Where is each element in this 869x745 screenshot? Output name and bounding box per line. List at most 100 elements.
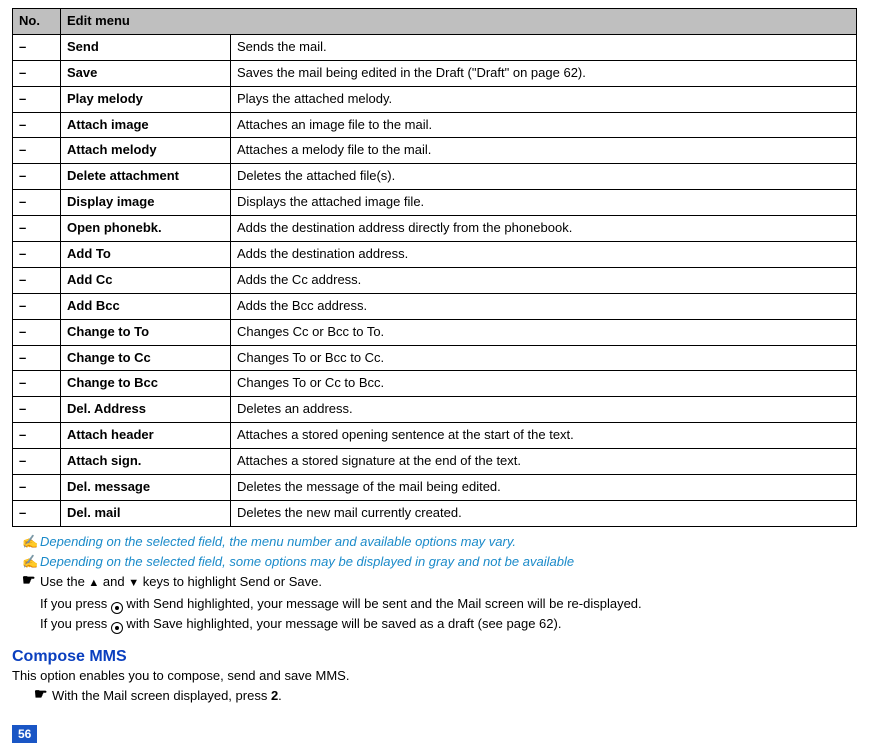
cell-no: –	[13, 293, 61, 319]
note-text: Use the ▲ and ▼ keys to highlight Send o…	[40, 573, 857, 591]
section-step: ☛ With the Mail screen displayed, press …	[34, 687, 857, 705]
hand-icon: ☛	[34, 687, 52, 702]
cell-no: –	[13, 397, 61, 423]
cell-name: Change to Bcc	[61, 371, 231, 397]
cell-desc: Adds the Cc address.	[231, 267, 857, 293]
cell-no: –	[13, 319, 61, 345]
table-row: –Change to CcChanges To or Bcc to Cc.	[13, 345, 857, 371]
cell-name: Attach sign.	[61, 449, 231, 475]
cell-desc: Deletes the attached file(s).	[231, 164, 857, 190]
cell-name: Change to To	[61, 319, 231, 345]
cell-name: Display image	[61, 190, 231, 216]
table-row: –Play melodyPlays the attached melody.	[13, 86, 857, 112]
cell-desc: Changes To or Bcc to Cc.	[231, 345, 857, 371]
cell-desc: Attaches a stored signature at the end o…	[231, 449, 857, 475]
table-row: –Add CcAdds the Cc address.	[13, 267, 857, 293]
footer: 56	[12, 725, 857, 743]
cell-desc: Plays the attached melody.	[231, 86, 857, 112]
table-row: –Open phonebk.Adds the destination addre…	[13, 216, 857, 242]
center-key-icon	[111, 602, 123, 614]
info-icon: ✍	[22, 533, 40, 551]
cell-name: Save	[61, 60, 231, 86]
table-row: –Change to ToChanges Cc or Bcc to To.	[13, 319, 857, 345]
col-header-no: No.	[13, 9, 61, 35]
cell-desc: Adds the destination address directly fr…	[231, 216, 857, 242]
cell-name: Attach header	[61, 423, 231, 449]
text: with Send highlighted, your message will…	[123, 596, 642, 611]
note-sublines: If you press with Send highlighted, your…	[40, 594, 857, 634]
cell-no: –	[13, 112, 61, 138]
center-key-icon	[111, 622, 123, 634]
cell-desc: Changes To or Cc to Bcc.	[231, 371, 857, 397]
table-row: –Add ToAdds the destination address.	[13, 242, 857, 268]
cell-desc: Deletes an address.	[231, 397, 857, 423]
note-subline: If you press with Save highlighted, your…	[40, 614, 857, 634]
cell-name: Attach melody	[61, 138, 231, 164]
text: and	[99, 574, 128, 589]
cell-desc: Attaches a stored opening sentence at th…	[231, 423, 857, 449]
table-row: –Attach headerAttaches a stored opening …	[13, 423, 857, 449]
cell-desc: Attaches a melody file to the mail.	[231, 138, 857, 164]
table-row: –Del. messageDeletes the message of the …	[13, 475, 857, 501]
cell-desc: Deletes the new mail currently created.	[231, 500, 857, 526]
table-row: –Display imageDisplays the attached imag…	[13, 190, 857, 216]
note-text: Depending on the selected field, some op…	[40, 553, 857, 571]
page-number: 56	[12, 725, 37, 743]
cell-name: Send	[61, 34, 231, 60]
table-row: –Attach sign.Attaches a stored signature…	[13, 449, 857, 475]
step-text: With the Mail screen displayed, press 2.	[52, 687, 857, 705]
section-heading-compose-mms: Compose MMS	[12, 648, 857, 666]
cell-desc: Saves the mail being edited in the Draft…	[231, 60, 857, 86]
note-info-2: ✍ Depending on the selected field, some …	[22, 553, 857, 571]
cell-name: Add Bcc	[61, 293, 231, 319]
note-step: ☛ Use the ▲ and ▼ keys to highlight Send…	[22, 573, 857, 591]
note-subline: If you press with Send highlighted, your…	[40, 594, 857, 614]
cell-name: Delete attachment	[61, 164, 231, 190]
notes-block: ✍ Depending on the selected field, the m…	[12, 533, 857, 634]
col-header-menu: Edit menu	[61, 9, 857, 35]
cell-no: –	[13, 242, 61, 268]
cell-desc: Displays the attached image file.	[231, 190, 857, 216]
cell-desc: Attaches an image file to the mail.	[231, 112, 857, 138]
table-row: –Add BccAdds the Bcc address.	[13, 293, 857, 319]
cell-no: –	[13, 475, 61, 501]
table-row: –SaveSaves the mail being edited in the …	[13, 60, 857, 86]
text: keys to highlight Send or Save.	[139, 574, 322, 589]
text: .	[278, 688, 282, 703]
cell-no: –	[13, 60, 61, 86]
cell-no: –	[13, 216, 61, 242]
cell-no: –	[13, 267, 61, 293]
table-row: –Del. AddressDeletes an address.	[13, 397, 857, 423]
cell-name: Open phonebk.	[61, 216, 231, 242]
down-triangle-icon: ▼	[128, 577, 139, 589]
cell-desc: Sends the mail.	[231, 34, 857, 60]
cell-name: Del. message	[61, 475, 231, 501]
table-row: –Attach melodyAttaches a melody file to …	[13, 138, 857, 164]
note-text: Depending on the selected field, the men…	[40, 533, 857, 551]
table-row: –Del. mailDeletes the new mail currently…	[13, 500, 857, 526]
cell-no: –	[13, 449, 61, 475]
cell-no: –	[13, 86, 61, 112]
text: Use the	[40, 574, 88, 589]
cell-name: Add To	[61, 242, 231, 268]
cell-no: –	[13, 423, 61, 449]
text: If you press	[40, 616, 111, 631]
cell-name: Attach image	[61, 112, 231, 138]
text: With the Mail screen displayed, press	[52, 688, 271, 703]
table-row: –Attach imageAttaches an image file to t…	[13, 112, 857, 138]
cell-no: –	[13, 190, 61, 216]
cell-no: –	[13, 371, 61, 397]
cell-desc: Adds the destination address.	[231, 242, 857, 268]
cell-no: –	[13, 164, 61, 190]
text: If you press	[40, 596, 111, 611]
table-row: –SendSends the mail.	[13, 34, 857, 60]
cell-name: Del. mail	[61, 500, 231, 526]
table-row: –Change to BccChanges To or Cc to Bcc.	[13, 371, 857, 397]
text: with Save highlighted, your message will…	[123, 616, 562, 631]
cell-no: –	[13, 138, 61, 164]
cell-no: –	[13, 345, 61, 371]
info-icon: ✍	[22, 553, 40, 571]
cell-desc: Deletes the message of the mail being ed…	[231, 475, 857, 501]
cell-desc: Changes Cc or Bcc to To.	[231, 319, 857, 345]
cell-desc: Adds the Bcc address.	[231, 293, 857, 319]
